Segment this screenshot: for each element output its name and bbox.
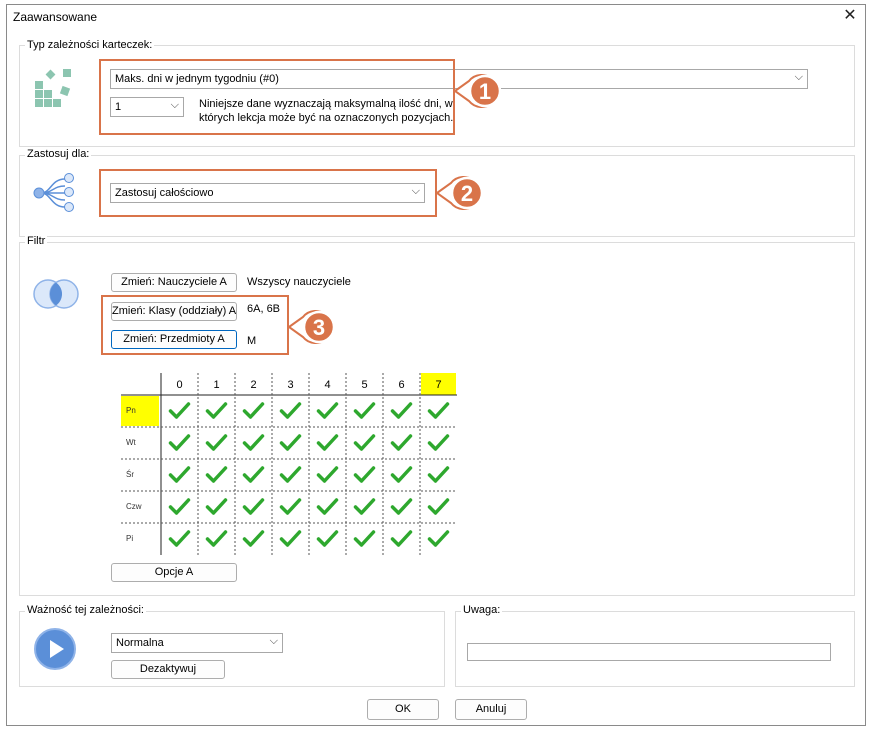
callout-box-1 (99, 59, 455, 135)
check-icon[interactable] (205, 498, 228, 515)
cancel-button[interactable]: Anuluj (455, 699, 527, 720)
check-icon[interactable] (205, 530, 228, 547)
check-icon[interactable] (353, 466, 376, 483)
callout-number-1: 1 (479, 79, 491, 104)
check-icon[interactable] (242, 498, 265, 515)
check-icon[interactable] (316, 466, 339, 483)
row-header[interactable]: Pi (126, 534, 133, 543)
check-icon[interactable] (168, 402, 191, 419)
check-icon[interactable] (427, 498, 450, 515)
cards-icon (35, 69, 71, 107)
callout-number-2: 2 (461, 181, 473, 206)
check-icon[interactable] (168, 530, 191, 547)
check-icon[interactable] (316, 530, 339, 547)
check-icon[interactable] (390, 434, 413, 451)
column-header[interactable]: 5 (361, 379, 367, 391)
check-icon[interactable] (168, 498, 191, 515)
apply-group-label: Zastosuj dla: (25, 148, 92, 160)
callout-badge-2: 2 (435, 176, 484, 210)
check-icon[interactable] (427, 530, 450, 547)
check-icon[interactable] (353, 402, 376, 419)
importance-select[interactable]: Normalna ⌵ (111, 633, 283, 653)
callout-badge-1: 1 (453, 74, 502, 108)
check-icon[interactable] (316, 402, 339, 419)
check-icon[interactable] (242, 466, 265, 483)
column-header[interactable]: 1 (213, 379, 219, 391)
callout-number-3: 3 (313, 315, 325, 340)
importance-value: Normalna (116, 637, 164, 649)
check-icon[interactable] (316, 434, 339, 451)
window-title: Zaawansowane (13, 10, 98, 24)
callout-box-2 (99, 169, 437, 217)
check-icon[interactable] (316, 498, 339, 515)
check-icon[interactable] (427, 434, 450, 451)
note-input[interactable] (467, 643, 831, 661)
check-icon[interactable] (353, 498, 376, 515)
chevron-down-icon: ⌵ (794, 71, 803, 83)
play-icon (34, 628, 76, 670)
check-icon[interactable] (205, 466, 228, 483)
column-header[interactable]: 6 (398, 379, 404, 391)
check-icon[interactable] (427, 466, 450, 483)
note-group-label: Uwaga: (461, 604, 503, 616)
venn-icon (33, 279, 79, 309)
row-header[interactable]: Pn (126, 406, 136, 415)
options-button[interactable]: Opcje A (111, 563, 237, 582)
callout-box-3 (101, 295, 289, 355)
check-icon[interactable] (390, 530, 413, 547)
check-icon[interactable] (353, 530, 376, 547)
check-icon[interactable] (427, 402, 450, 419)
column-header[interactable]: 2 (250, 379, 256, 391)
filter-group-label: Filtr (25, 235, 48, 247)
check-icon[interactable] (168, 434, 191, 451)
check-icon[interactable] (279, 434, 302, 451)
column-header[interactable]: 4 (324, 379, 330, 391)
title-bar: Zaawansowane ✕ (7, 5, 865, 29)
callout-badge-3: 3 (287, 310, 336, 344)
check-icon[interactable] (168, 466, 191, 483)
type-group-label: Typ zależności karteczek: (25, 39, 155, 51)
check-icon[interactable] (390, 498, 413, 515)
check-icon[interactable] (242, 530, 265, 547)
tree-icon (33, 173, 74, 212)
row-header[interactable]: Wt (126, 438, 137, 447)
time-slot-grid[interactable]: 0 1 2 3 4 5 6 7 Pn Wt Śr Czw Pi (121, 373, 461, 557)
check-icon[interactable] (279, 402, 302, 419)
check-icon[interactable] (390, 466, 413, 483)
check-icon[interactable] (205, 402, 228, 419)
importance-group-label: Ważność tej zależności: (25, 604, 146, 616)
check-icon[interactable] (242, 402, 265, 419)
ok-button[interactable]: OK (367, 699, 439, 720)
close-icon[interactable]: ✕ (841, 7, 859, 25)
check-icon[interactable] (390, 402, 413, 419)
column-header[interactable]: 7 (435, 379, 441, 391)
column-header[interactable]: 0 (176, 379, 182, 391)
row-header[interactable]: Czw (126, 502, 142, 511)
deactivate-button[interactable]: Dezaktywuj (111, 660, 225, 679)
check-icon[interactable] (279, 498, 302, 515)
teachers-value: Wszyscy nauczyciele (247, 276, 351, 288)
check-icon[interactable] (279, 530, 302, 547)
check-icon[interactable] (353, 434, 376, 451)
dialog-window: Zaawansowane ✕ Typ zależności karteczek:… (6, 4, 866, 726)
check-icon[interactable] (279, 466, 302, 483)
row-header[interactable]: Śr (126, 470, 134, 479)
column-header[interactable]: 3 (287, 379, 293, 391)
check-icon[interactable] (205, 434, 228, 451)
check-icon[interactable] (242, 434, 265, 451)
change-teachers-button[interactable]: Zmień: Nauczyciele A (111, 273, 237, 292)
chevron-down-icon: ⌵ (269, 635, 278, 647)
